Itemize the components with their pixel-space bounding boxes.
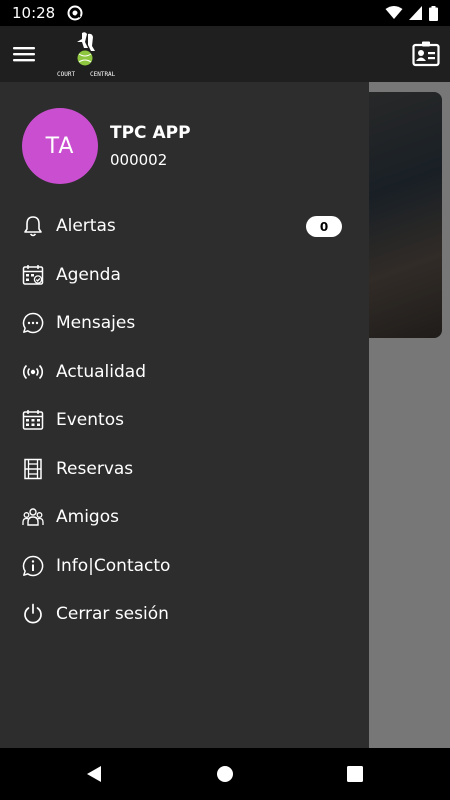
bell-icon — [24, 216, 42, 237]
navigation-drawer: TA TPC APP 000002 Alertas 0 Agenda Mensa… — [0, 82, 369, 748]
menu-item-amigos[interactable]: Amigos — [0, 493, 369, 542]
status-bar: 10:28 — [0, 0, 450, 26]
wifi-icon — [385, 6, 403, 19]
menu-label: Eventos — [56, 410, 124, 431]
court-central-logo: COURT CENTRAL — [57, 32, 116, 78]
menu-label: Agenda — [56, 264, 121, 285]
calendar-check-icon — [22, 264, 44, 285]
broadcast-icon — [22, 364, 44, 379]
menu-item-info-contacto[interactable]: Info|Contacto — [0, 542, 369, 591]
chat-bubble-icon — [22, 312, 44, 334]
menu-label: Alertas — [56, 216, 116, 237]
at-sign-icon — [67, 5, 83, 21]
system-nav-bar — [0, 748, 450, 800]
menu-label: Amigos — [56, 507, 119, 528]
calendar-grid-icon — [22, 410, 44, 430]
hamburger-menu-icon[interactable] — [12, 42, 36, 66]
menu-item-cerrar-sesion[interactable]: Cerrar sesión — [0, 590, 369, 639]
status-icons — [385, 5, 438, 21]
people-icon — [22, 508, 44, 526]
svg-text:CENTRAL: CENTRAL — [90, 71, 116, 78]
info-icon — [22, 555, 44, 576]
home-icon[interactable] — [216, 765, 234, 783]
court-icon — [24, 458, 42, 479]
menu-label: Cerrar sesión — [56, 604, 169, 625]
profile-name: TPC APP — [110, 123, 191, 143]
logo-text: COURT — [57, 71, 75, 78]
menu-item-alertas[interactable]: Alertas 0 — [0, 202, 369, 251]
drawer-menu: Alertas 0 Agenda Mensajes Actualidad Eve… — [0, 202, 369, 639]
menu-item-mensajes[interactable]: Mensajes — [0, 299, 369, 348]
menu-label: Reservas — [56, 458, 134, 479]
menu-label: Mensajes — [56, 313, 136, 334]
contact-card-icon[interactable] — [412, 40, 440, 68]
menu-item-agenda[interactable]: Agenda — [0, 251, 369, 300]
profile-header[interactable]: TA TPC APP 000002 — [22, 108, 191, 184]
signal-icon — [409, 6, 422, 20]
alerts-count-badge: 0 — [306, 216, 342, 237]
recents-icon[interactable] — [346, 765, 364, 783]
menu-item-actualidad[interactable]: Actualidad — [0, 348, 369, 397]
battery-icon — [429, 5, 438, 21]
menu-item-eventos[interactable]: Eventos — [0, 396, 369, 445]
back-icon[interactable] — [85, 765, 103, 783]
menu-label: Info|Contacto — [56, 555, 171, 576]
profile-id: 000002 — [110, 151, 168, 169]
menu-item-reservas[interactable]: Reservas — [0, 445, 369, 494]
app-bar: COURT CENTRAL — [0, 26, 450, 82]
power-icon — [24, 603, 42, 624]
avatar: TA — [22, 108, 98, 184]
status-time: 10:28 — [12, 4, 56, 22]
menu-label: Actualidad — [56, 361, 146, 382]
